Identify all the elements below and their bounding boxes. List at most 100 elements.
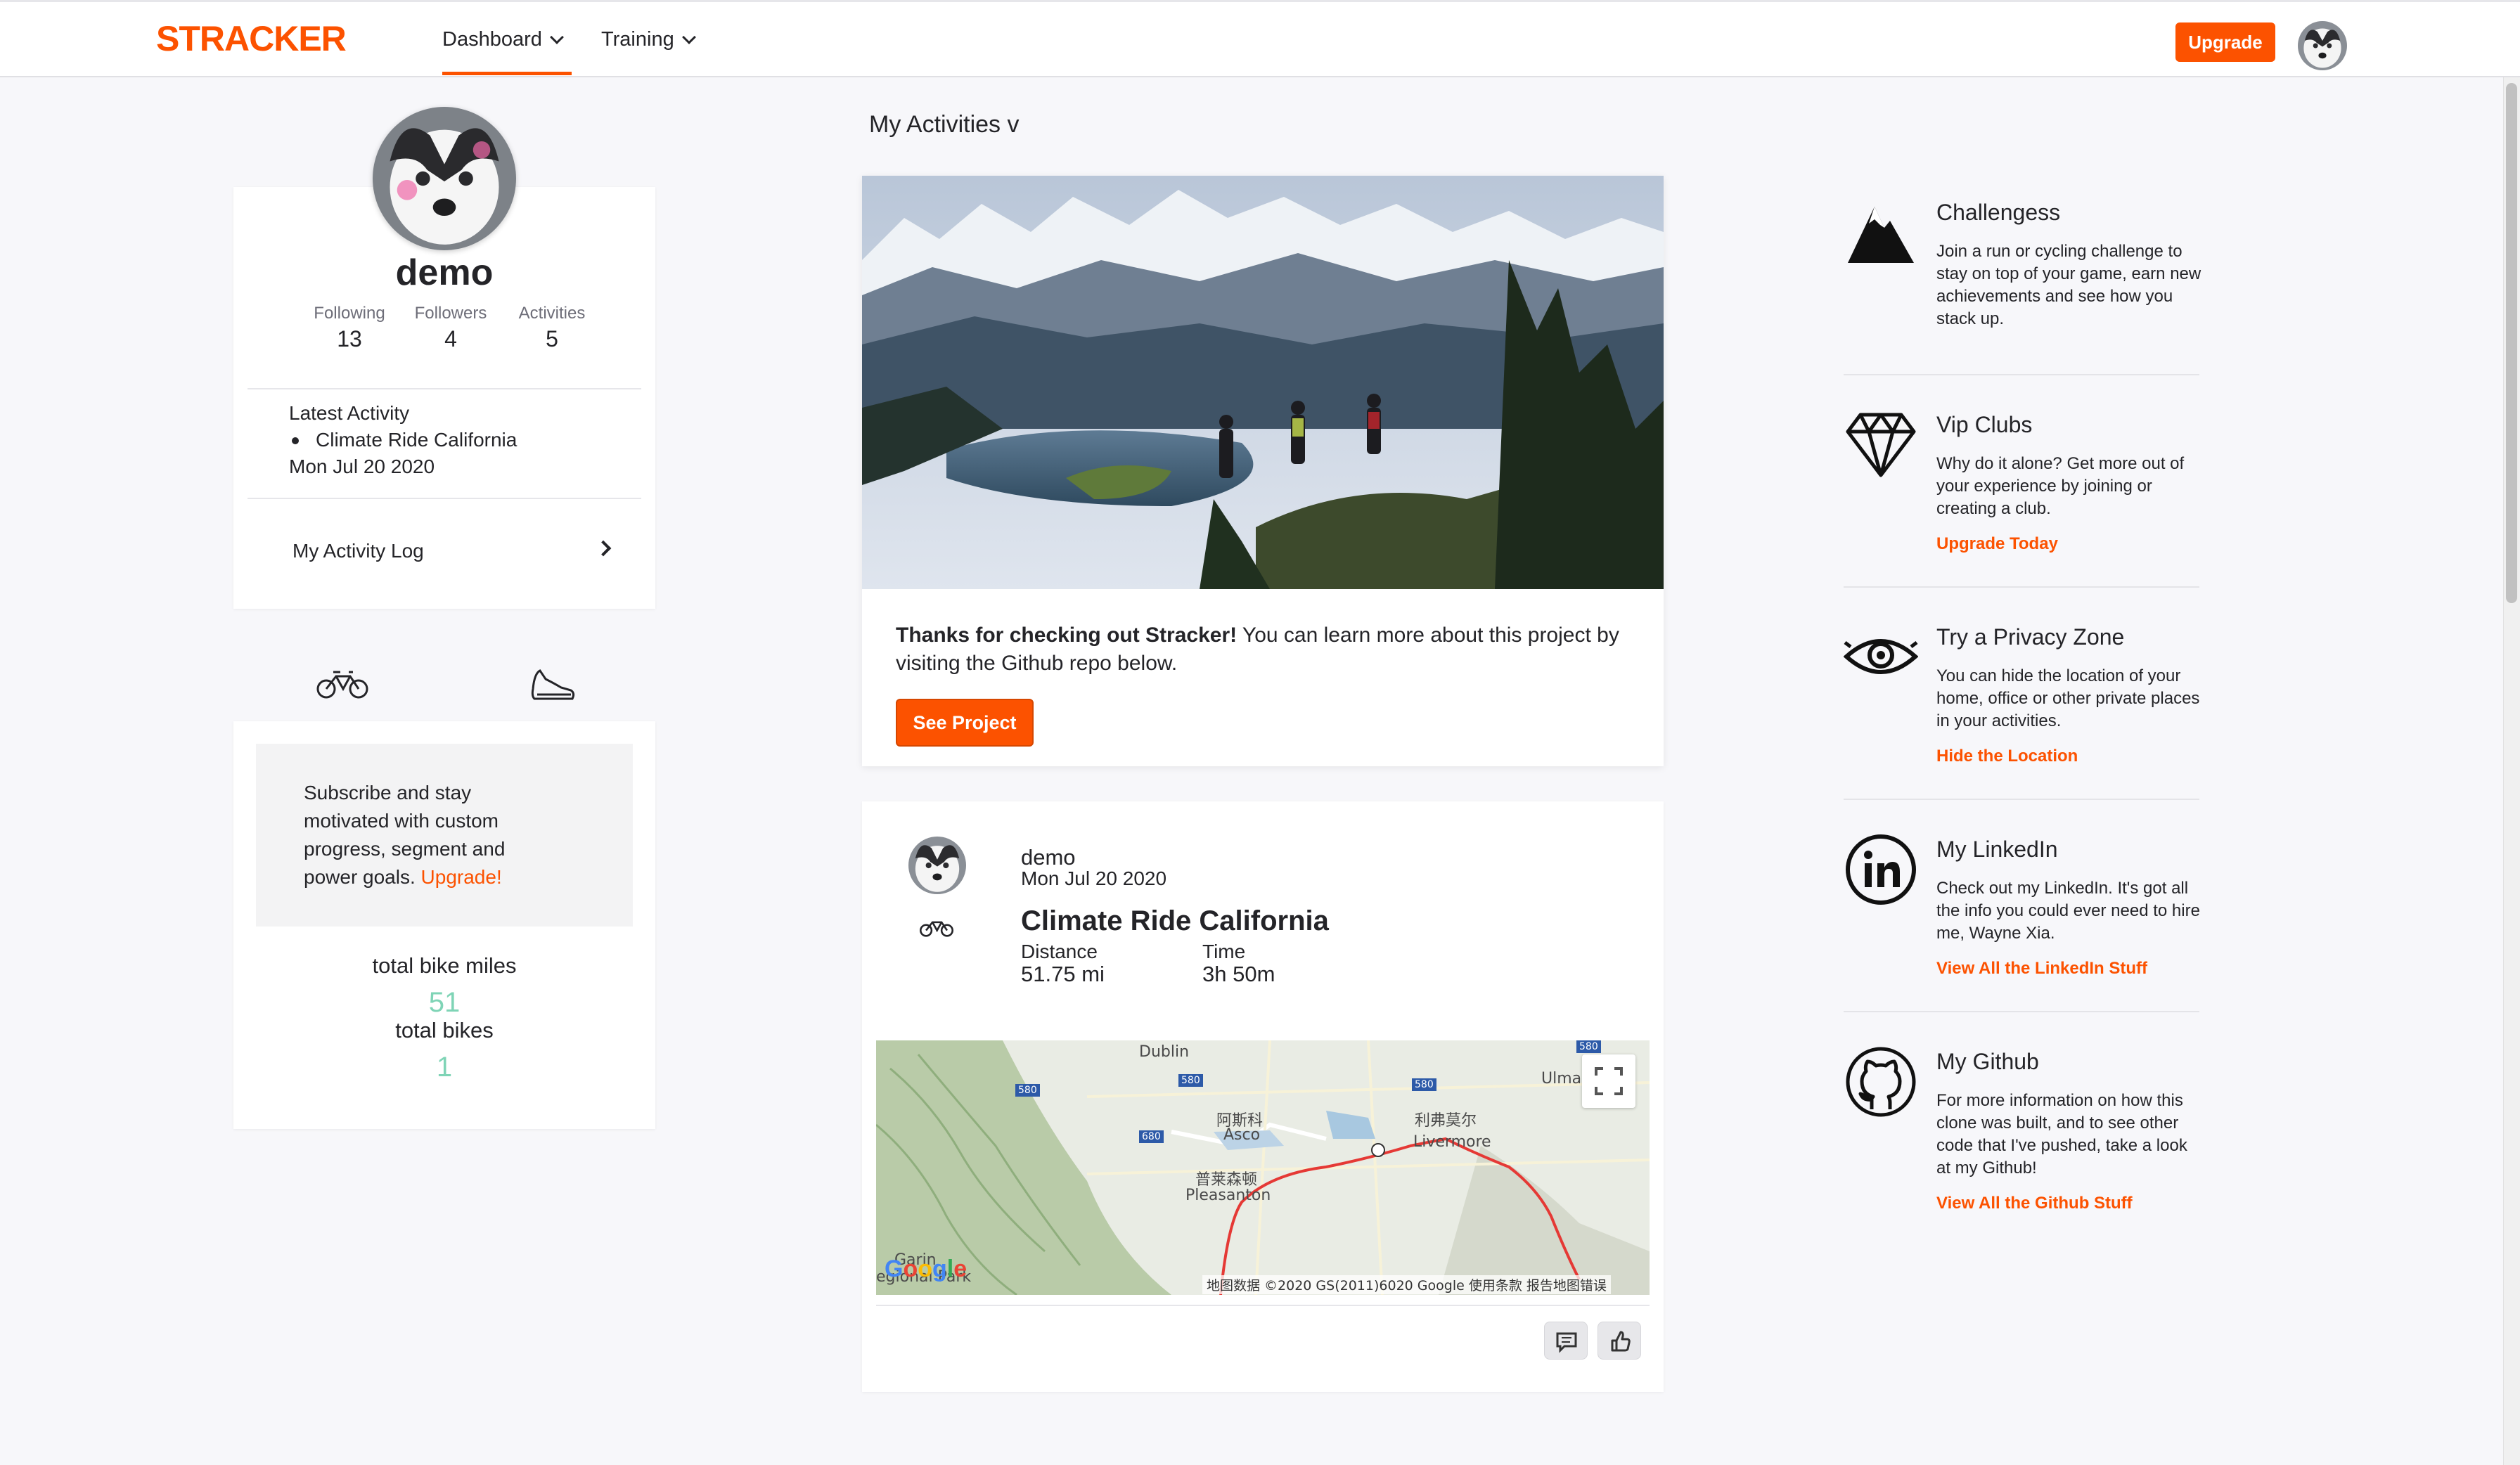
scrollbar-thumb[interactable]: [2506, 83, 2517, 603]
upgrade-button[interactable]: Upgrade: [2175, 22, 2275, 62]
map-label-dublin: Dublin: [1139, 1043, 1190, 1061]
feed-title-dropdown[interactable]: My Activities v: [869, 111, 1019, 138]
latest-activity-name: Climate Ride California: [316, 429, 518, 451]
bike-icon[interactable]: [316, 668, 368, 700]
total-bike-miles-label: total bike miles: [372, 953, 517, 978]
google-logo: Google: [885, 1256, 967, 1283]
google-letter: e: [953, 1256, 968, 1282]
shoe-icon[interactable]: [530, 668, 577, 704]
highway-shield: 580: [1412, 1078, 1436, 1091]
comment-icon: [1556, 1332, 1577, 1353]
map-attribution[interactable]: 地图数据 ©2020 GS(2011)6020 Google 使用条款 报告地图…: [1202, 1275, 1611, 1294]
distance-label: Distance: [1021, 941, 1098, 962]
promo-clubs-title[interactable]: Vip Clubs: [1936, 412, 2032, 438]
profile-avatar[interactable]: [373, 107, 516, 250]
mountain-icon: [1848, 207, 1914, 263]
map-terrain: [876, 1040, 1650, 1295]
dog-avatar-image: [2298, 21, 2347, 70]
diamond-icon: [1846, 413, 1916, 477]
nav-training-label: Training: [601, 28, 674, 51]
stat-following-value[interactable]: 13: [293, 326, 406, 352]
linkedin-link[interactable]: View All the LinkedIn Stuff: [1936, 959, 2147, 979]
map-label-pleasanton: Pleasanton: [1185, 1187, 1271, 1204]
fullscreen-icon: [1595, 1067, 1623, 1095]
promo-linkedin-title[interactable]: My LinkedIn: [1936, 837, 2058, 863]
divider: [1844, 374, 2199, 375]
welcome-message: Thanks for checking out Stracker! You ca…: [896, 621, 1627, 678]
highway-shield: 580: [1576, 1040, 1601, 1053]
total-bikes-value: 1: [436, 1052, 453, 1083]
bike-icon: [920, 921, 953, 937]
thumbs-up-icon: [1611, 1331, 1631, 1352]
profile-name: demo: [395, 252, 494, 293]
upgrade-today-link[interactable]: Upgrade Today: [1936, 534, 2058, 554]
chevron-down-icon: [549, 30, 564, 44]
promo-linkedin-desc: Check out my LinkedIn. It's got all the …: [1936, 879, 2200, 943]
time-label: Time: [1202, 941, 1246, 962]
divider: [1844, 1011, 2199, 1012]
latest-activity-title: Latest Activity: [289, 402, 410, 424]
hero-image: [862, 176, 1664, 589]
google-letter: l: [946, 1256, 954, 1282]
highway-shield: 580: [1178, 1074, 1203, 1087]
promo-challenges-title[interactable]: Challengess: [1936, 200, 2060, 226]
stat-followers-value[interactable]: 4: [394, 326, 507, 352]
comment-button[interactable]: [1544, 1322, 1588, 1360]
eye-icon: [1844, 639, 1918, 674]
divider: [876, 1305, 1650, 1306]
dog-avatar-image: [373, 107, 516, 250]
top-navbar: [0, 0, 2520, 77]
upgrade-link[interactable]: Upgrade!: [421, 866, 502, 888]
activity-user-name[interactable]: demo: [1021, 845, 1076, 870]
map-label-asco: Asco: [1223, 1126, 1261, 1144]
distance-value: 51.75 mi: [1021, 962, 1105, 986]
google-letter: o: [918, 1256, 933, 1282]
divider: [1844, 799, 2199, 800]
highway-shield: 680: [1139, 1130, 1164, 1143]
app-logo[interactable]: STRACKER: [156, 18, 347, 59]
nav-dashboard[interactable]: Dashboard: [442, 28, 564, 51]
nav-active-indicator: [442, 72, 572, 75]
see-project-button[interactable]: See Project: [896, 699, 1034, 747]
welcome-bold: Thanks for checking out Stracker!: [896, 624, 1238, 647]
promo-clubs-desc: Why do it alone? Get more out of your ex…: [1936, 454, 2185, 518]
nav-training[interactable]: Training: [601, 28, 696, 51]
stat-followers-label: Followers: [414, 304, 487, 323]
stat-following-label: Following: [314, 304, 385, 323]
total-bike-miles-value: 51: [428, 987, 461, 1018]
google-letter: g: [932, 1256, 947, 1282]
nav-dashboard-label: Dashboard: [442, 28, 542, 51]
github-icon: [1846, 1047, 1916, 1117]
activity-date: Mon Jul 20 2020: [1021, 867, 1167, 889]
latest-activity-date: Mon Jul 20 2020: [289, 456, 435, 477]
dog-avatar-image: [908, 837, 966, 894]
activity-user-avatar[interactable]: [908, 837, 966, 894]
time-value: 3h 50m: [1202, 962, 1275, 986]
promo-privacy-desc: You can hide the location of your home, …: [1936, 666, 2200, 730]
promo-github-desc: For more information on how this clone w…: [1936, 1091, 2187, 1177]
activity-log-link[interactable]: My Activity Log: [292, 540, 424, 562]
subscribe-text: Subscribe and stay motivated with custom…: [304, 779, 543, 891]
chevron-down-icon: [681, 30, 696, 44]
google-letter: G: [885, 1256, 904, 1282]
promo-github-title[interactable]: My Github: [1936, 1049, 2039, 1075]
user-avatar[interactable]: [2298, 21, 2347, 70]
promo-challenges-desc: Join a run or cycling challenge to stay …: [1936, 242, 2201, 328]
google-letter: o: [903, 1256, 918, 1282]
latest-activity-item[interactable]: Climate Ride California: [289, 429, 517, 451]
stat-activities-value[interactable]: 5: [496, 326, 608, 352]
github-link[interactable]: View All the Github Stuff: [1936, 1194, 2133, 1213]
kudos-button[interactable]: [1598, 1322, 1641, 1360]
fullscreen-button[interactable]: [1582, 1054, 1635, 1108]
divider: [1844, 586, 2199, 588]
hide-location-link[interactable]: Hide the Location: [1936, 747, 2078, 766]
activity-map[interactable]: Dublin 阿斯科 Asco 利弗莫尔 Livermore 普莱森顿 Plea…: [876, 1040, 1650, 1295]
map-label-livermore: Livermore: [1413, 1133, 1491, 1151]
linkedin-icon: [1846, 834, 1916, 905]
bullet-icon: [292, 437, 299, 444]
map-label-ulma: Ulma: [1541, 1070, 1582, 1088]
activity-title[interactable]: Climate Ride California: [1021, 905, 1329, 937]
promo-privacy-title[interactable]: Try a Privacy Zone: [1936, 624, 2124, 650]
divider: [248, 498, 641, 499]
divider: [248, 388, 641, 389]
